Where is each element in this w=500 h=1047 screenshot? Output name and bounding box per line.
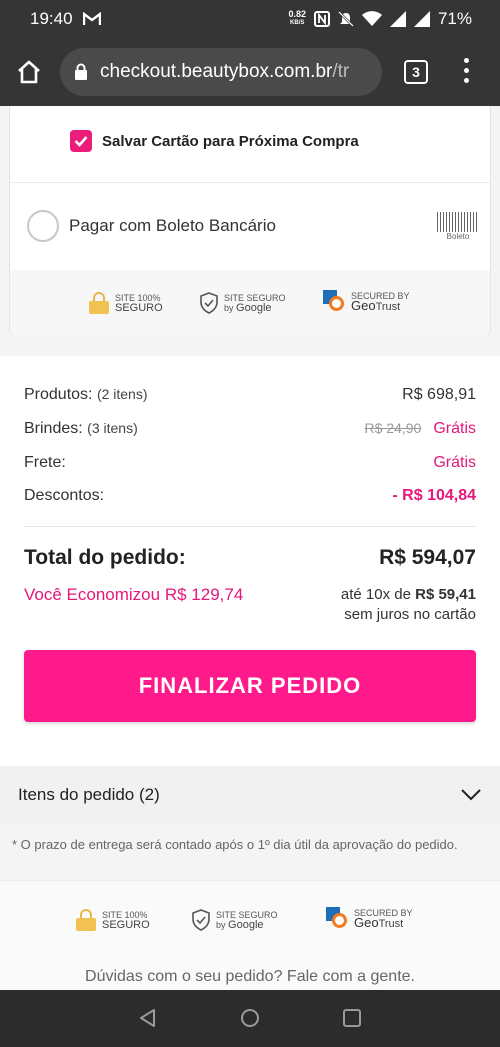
payment-card: Salvar Cartão para Próxima Compra Pagar … (9, 106, 491, 336)
chevron-down-icon (461, 789, 481, 801)
home-nav-icon[interactable] (240, 1008, 260, 1028)
boleto-payment-option[interactable]: Pagar com Boleto Bancário Boleto (27, 209, 479, 243)
boleto-radio[interactable] (27, 210, 59, 242)
home-icon[interactable] (16, 59, 42, 85)
frete-value: Grátis (433, 454, 476, 471)
summary-row-brindes: Brindes: (3 itens) R$ 24,90 Grátis (24, 420, 476, 437)
shield-icon (200, 292, 218, 314)
descontos-value: - R$ 104,84 (392, 487, 476, 504)
back-icon[interactable] (138, 1008, 158, 1028)
padlock-icon (76, 909, 96, 931)
site-safe-seal: SITE 100% SEGURO (89, 292, 163, 314)
help-link[interactable]: Dúvidas com o seu pedido? Fale com a gen… (0, 968, 500, 986)
total-label: Total do pedido: (24, 546, 186, 569)
save-card-label: Salvar Cartão para Próxima Compra (102, 132, 359, 150)
order-items-label: Itens do pedido (2) (18, 785, 160, 804)
url-path: /tr (332, 61, 350, 82)
status-bar: 19:40 0.82 KB/S 71% (0, 0, 500, 38)
signal-icon-1 (389, 11, 406, 27)
order-items-toggle[interactable]: Itens do pedido (2) (0, 766, 500, 824)
brindes-old-value: R$ 24,90 (364, 420, 422, 436)
brindes-value: Grátis (433, 420, 476, 437)
geotrust-logo-icon (326, 907, 348, 929)
lock-icon (75, 63, 87, 80)
check-icon (74, 136, 88, 147)
network-speed: 0.82 KB/S (288, 9, 306, 27)
url-host: checkout.beautybox.com.br (100, 61, 333, 82)
battery-level: 71% (437, 9, 472, 28)
delivery-note: * O prazo de entrega será contado após o… (12, 837, 458, 852)
recents-icon[interactable] (342, 1008, 362, 1028)
order-summary: Produtos: (2 itens) R$ 698,91 Brindes: (… (0, 356, 500, 766)
status-time: 19:40 (30, 9, 73, 28)
url-field[interactable]: checkout.beautybox.com.br/tr (60, 48, 382, 96)
mute-icon (338, 11, 354, 27)
total-value: R$ 594,07 (379, 546, 476, 569)
barcode-icon: Boleto (437, 211, 479, 241)
divider (24, 526, 476, 527)
signal-icon-2 (413, 11, 430, 27)
geotrust-seal: SECURED BY GeoTrust (326, 907, 413, 929)
security-seals: SITE 100% SEGURO SITE SEGURO by Google SEC… (10, 270, 490, 336)
save-card-option[interactable]: Salvar Cartão para Próxima Compra (70, 130, 359, 152)
boleto-label: Pagar com Boleto Bancário (69, 216, 276, 235)
summary-row-descontos: Descontos: - R$ 104,84 (24, 487, 476, 504)
produtos-value: R$ 698,91 (402, 386, 476, 403)
browser-toolbar: checkout.beautybox.com.br/tr 3 (0, 38, 500, 106)
footer: SITE 100% SEGURO SITE SEGURO by Google SEC… (0, 880, 500, 990)
android-nav-bar (0, 990, 500, 1047)
site-safe-seal: SITE 100% SEGURO (76, 909, 150, 931)
finalize-order-button[interactable]: FINALIZAR PEDIDO (24, 650, 476, 722)
save-card-checkbox[interactable] (70, 130, 92, 152)
padlock-icon (89, 292, 109, 314)
geotrust-seal: SECURED BY GeoTrust (323, 290, 410, 312)
gmail-icon (82, 12, 101, 25)
summary-row-frete: Frete: Grátis (24, 454, 476, 471)
google-safe-seal: SITE SEGURO by Google (192, 909, 278, 931)
menu-icon[interactable] (462, 58, 470, 86)
geotrust-logo-icon (323, 290, 345, 312)
installments-info: até 10x de R$ 59,41 sem juros no cartão (340, 586, 476, 623)
summary-row-produtos: Produtos: (2 itens) R$ 698,91 (24, 386, 476, 403)
google-safe-seal: SITE SEGURO by Google (200, 292, 286, 314)
shield-icon (192, 909, 210, 931)
tab-switcher-button[interactable]: 3 (404, 60, 428, 84)
wifi-icon (361, 11, 382, 26)
divider (10, 182, 490, 183)
economy-text: Você Economizou R$ 129,74 (24, 585, 244, 604)
nfc-icon (313, 11, 330, 27)
